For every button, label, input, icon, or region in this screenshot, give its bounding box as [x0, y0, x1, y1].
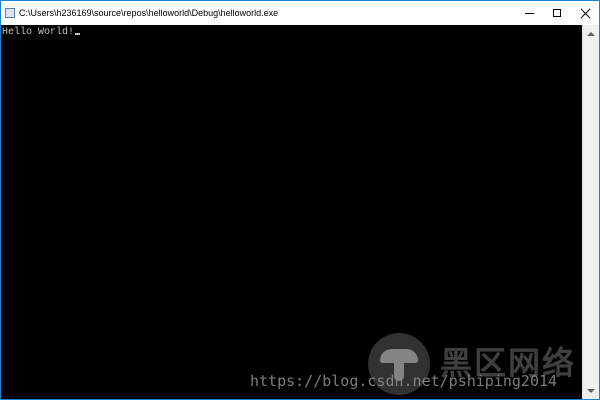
scroll-up-arrow-icon	[587, 31, 595, 36]
maximize-button[interactable]	[543, 1, 571, 25]
scroll-up-button[interactable]	[583, 25, 599, 42]
console-app-icon[interactable]	[5, 8, 15, 18]
scroll-down-button[interactable]	[583, 382, 599, 399]
text-cursor	[75, 33, 81, 35]
minimize-button[interactable]	[515, 1, 543, 25]
window-title: C:\Users\h236169\source\repos\helloworld…	[19, 8, 279, 18]
scroll-down-arrow-icon	[587, 388, 595, 393]
console-output-text: Hello World!	[2, 27, 75, 38]
console-output-line: Hello World!	[2, 27, 81, 39]
maximize-icon	[553, 9, 561, 17]
close-button[interactable]	[571, 1, 599, 25]
close-icon	[580, 8, 591, 19]
minimize-icon	[524, 12, 534, 14]
watermark-url: https://blog.csdn.net/pshiping2014	[250, 372, 558, 390]
title-bar[interactable]: C:\Users\h236169\source\repos\helloworld…	[1, 1, 599, 25]
vertical-scrollbar[interactable]	[582, 25, 599, 399]
